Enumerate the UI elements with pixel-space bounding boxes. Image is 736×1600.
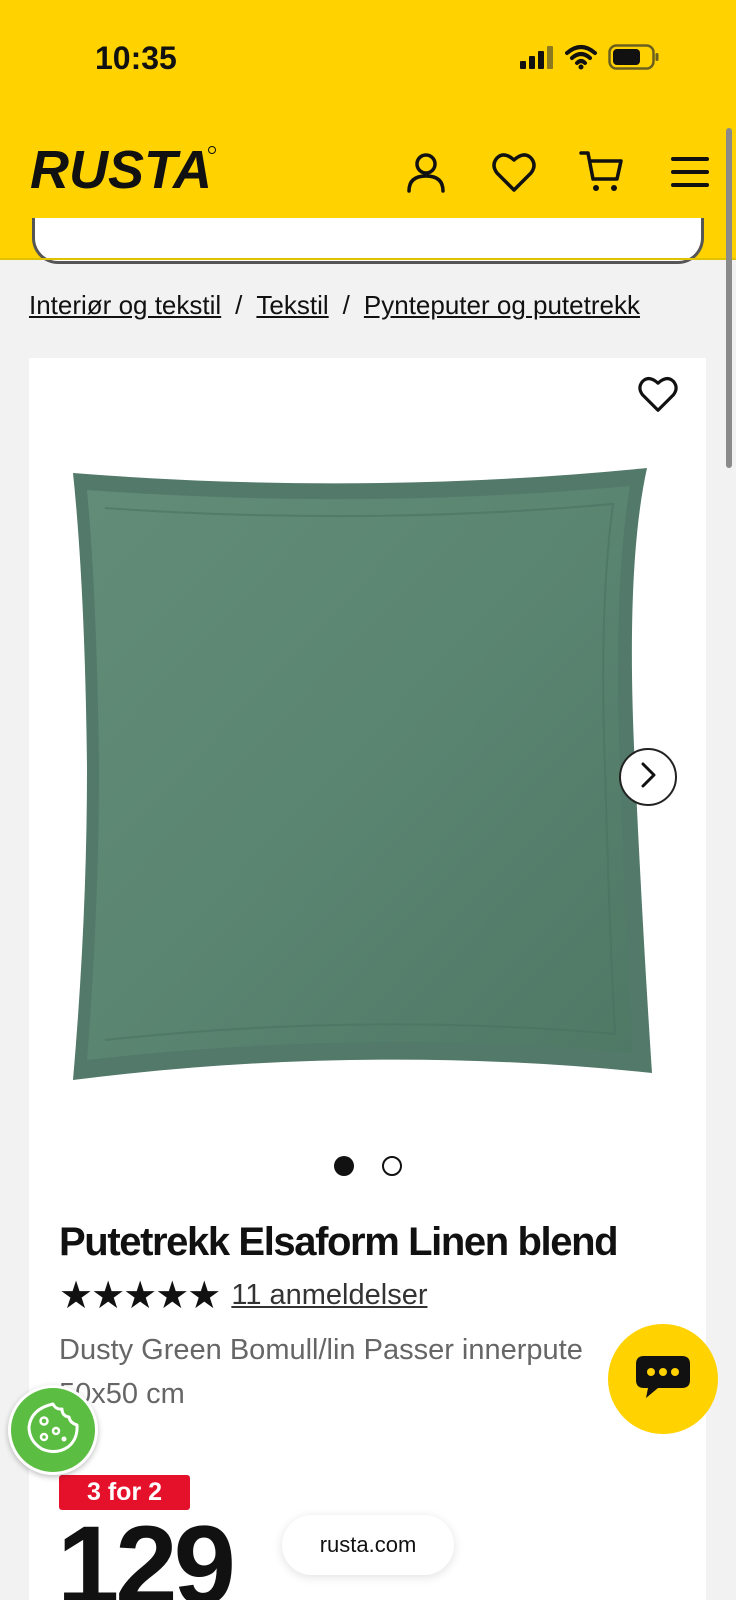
site-header: RUSTA	[0, 120, 736, 264]
status-time: 10:35	[95, 40, 177, 76]
product-rating: ★★★★★ 11 anmeldelser	[59, 1276, 427, 1314]
breadcrumb-interior[interactable]: Interiør og tekstil	[29, 290, 221, 321]
rusta-logo[interactable]: RUSTA	[28, 140, 218, 206]
page-scrollbar[interactable]	[726, 128, 732, 468]
menu-button[interactable]	[658, 142, 722, 206]
add-to-favorites-button[interactable]	[634, 374, 682, 418]
breadcrumb: Interiør og tekstil / Tekstil / Pynteput…	[29, 290, 640, 321]
cookie-settings-button[interactable]	[8, 1385, 98, 1475]
breadcrumb-separator: /	[342, 290, 350, 320]
heart-icon	[637, 375, 679, 417]
wishlist-button[interactable]	[482, 142, 546, 206]
image-dot-2[interactable]	[382, 1156, 402, 1176]
cookie-icon	[26, 1401, 80, 1459]
image-dot-1[interactable]	[334, 1156, 354, 1176]
product-card: Putetrekk Elsaform Linen blend ★★★★★ 11 …	[29, 358, 706, 1600]
next-image-button[interactable]	[619, 748, 677, 806]
wifi-icon	[564, 44, 598, 74]
breadcrumb-textile[interactable]: Tekstil	[256, 290, 328, 321]
chat-button[interactable]	[608, 1324, 718, 1434]
product-price: 129	[57, 1503, 236, 1600]
product-description: Dusty Green Bomull/lin Passer innerpute …	[59, 1334, 583, 1410]
breadcrumb-cushions[interactable]: Pynteputer og putetrekk	[364, 290, 640, 321]
heart-icon	[491, 151, 537, 197]
product-image[interactable]	[65, 468, 665, 1088]
status-icons	[518, 44, 660, 74]
header-actions	[394, 142, 722, 206]
battery-icon	[608, 44, 660, 74]
chevron-right-icon	[637, 761, 659, 793]
signal-icon	[518, 45, 554, 73]
image-pagination	[334, 1156, 402, 1176]
breadcrumb-separator: /	[235, 290, 243, 320]
cart-button[interactable]	[570, 142, 634, 206]
browser-url-bar[interactable]: rusta.com	[282, 1515, 454, 1575]
header-divider	[0, 258, 736, 260]
logo-text: RUSTA	[30, 142, 212, 200]
product-title: Putetrekk Elsaform Linen blend	[59, 1220, 619, 1264]
reviews-link[interactable]: 11 anmeldelser	[231, 1279, 427, 1312]
user-icon	[404, 150, 448, 198]
cart-icon	[579, 149, 625, 199]
account-button[interactable]	[394, 142, 458, 206]
rating-stars: ★★★★★	[59, 1273, 221, 1317]
status-bar: 10:35	[0, 0, 736, 120]
chat-bubble-icon	[634, 1354, 692, 1404]
menu-icon	[670, 155, 710, 193]
